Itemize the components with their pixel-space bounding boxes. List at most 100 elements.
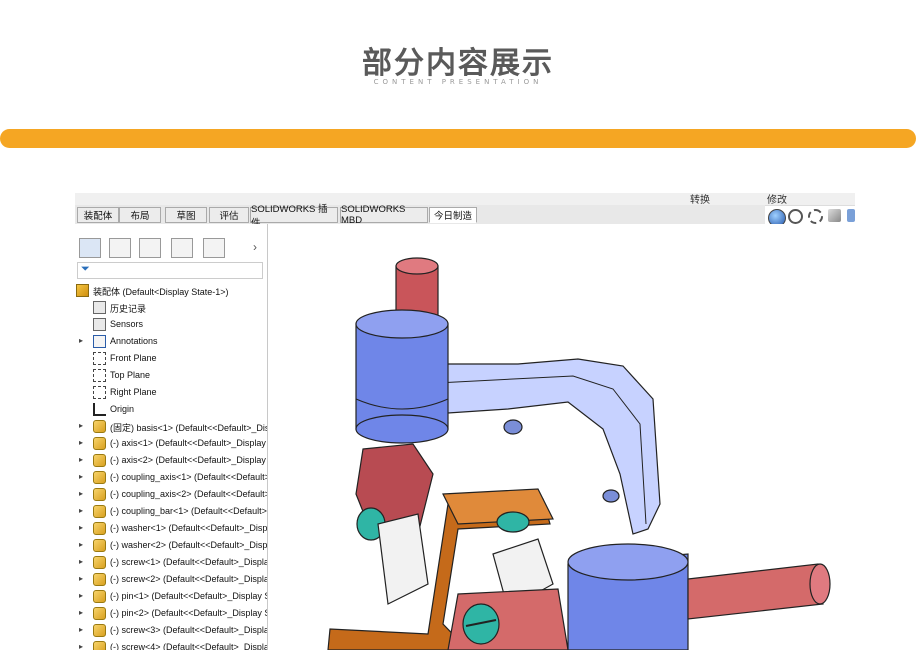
part-icon (93, 454, 106, 467)
tree-item-label: 历史记录 (110, 304, 147, 314)
tree-item[interactable]: ▸ (-) screw<3> (Default<<Default>_Displa (75, 622, 267, 639)
shaft-right-end (809, 563, 831, 605)
feature-manager-icon[interactable] (79, 238, 101, 258)
tab-evaluate[interactable]: 评估 (209, 207, 249, 223)
expand-arrow-icon[interactable]: ▸ (79, 455, 83, 464)
tree-item[interactable]: ▸ (-) screw<2> (Default<<Default>_Displa (75, 571, 267, 588)
tree-item[interactable]: ▸ (-) axis<2> (Default<<Default>_Display (75, 452, 267, 469)
origin-icon (93, 403, 106, 416)
part-icon (93, 420, 106, 433)
tree-item-label: (-) axis<2> (Default<<Default>_Display (110, 455, 266, 465)
expand-arrow-icon[interactable]: ▸ (79, 625, 83, 634)
part-icon (93, 488, 106, 501)
part-icon (93, 437, 106, 450)
tree-root[interactable]: 装配体 (Default<Display State-1>) (75, 282, 267, 299)
top-boss (355, 323, 449, 430)
plane-icon (93, 386, 106, 399)
zoom-area-icon[interactable] (808, 209, 823, 224)
annotation-icon (93, 335, 106, 348)
dimxpert-icon[interactable] (171, 238, 193, 258)
tree-item-label: (-) washer<1> (Default<<Default>_Disp (110, 523, 267, 533)
expand-arrow-icon[interactable]: ▸ (79, 438, 83, 447)
plane-icon (93, 369, 106, 382)
tree-item-label: Right Plane (110, 387, 157, 397)
tree-item[interactable]: 历史记录 (75, 299, 267, 316)
history-icon (93, 301, 106, 314)
tab-today-manufacturing[interactable]: 今日制造 (429, 207, 477, 223)
tree-item[interactable]: ▸ (-) screw<4> (Default<<Default>_Displa (75, 639, 267, 650)
tree-item-label: (-) screw<2> (Default<<Default>_Displa (110, 574, 267, 584)
solidworks-screenshot: 转换 修改 装配体 布局 草图 评估 SOLIDWORKS 插件 SOLIDWO… (75, 193, 855, 650)
expand-arrow-icon[interactable]: ▸ (79, 642, 83, 650)
tree-item[interactable]: ▸ (固定) basis<1> (Default<<Default>_Dis (75, 418, 267, 435)
link-white-left (377, 513, 429, 605)
chevron-right-icon[interactable]: › (253, 240, 257, 254)
panel-tabs: › (77, 238, 265, 260)
zoom-icon[interactable] (788, 209, 803, 224)
tree-item-label: (-) screw<3> (Default<<Default>_Displa (110, 625, 267, 635)
display-style-icon[interactable] (847, 209, 855, 222)
tree-item[interactable]: ▸ (-) coupling_axis<1> (Default<<Default> (75, 469, 267, 486)
modify-command[interactable]: 修改 (767, 193, 787, 206)
expand-arrow-icon[interactable]: ▸ (79, 523, 83, 532)
tree-item-label: (-) axis<1> (Default<<Default>_Display (110, 438, 266, 448)
expand-arrow-icon[interactable]: ▸ (79, 591, 83, 600)
tree-item[interactable]: Sensors (75, 316, 267, 333)
expand-arrow-icon[interactable]: ▸ (79, 421, 83, 430)
feature-manager-panel: › ⏷ 装配体 (Default<Display State-1>) 历史记录 S… (75, 224, 268, 650)
graphics-viewport[interactable] (268, 224, 855, 650)
part-icon (93, 641, 106, 650)
tree-item[interactable]: ▸ (-) washer<1> (Default<<Default>_Disp (75, 520, 267, 537)
section-view-icon[interactable] (828, 209, 841, 222)
page-title: 部分内容展示 (362, 46, 554, 81)
tab-solidworks-mbd[interactable]: SOLIDWORKS MBD (340, 204, 428, 226)
tab-solidworks-addins[interactable]: SOLIDWORKS 插件 (250, 204, 338, 229)
top-boss-bottom (355, 414, 449, 444)
expand-arrow-icon[interactable]: ▸ (79, 608, 83, 617)
tree-item[interactable]: Top Plane (75, 367, 267, 384)
tab-sketch[interactable]: 草图 (165, 207, 207, 223)
expand-arrow-icon[interactable]: ▸ (79, 540, 83, 549)
bottom-boss-face (567, 543, 689, 581)
tree-item[interactable]: ▸ (-) pin<1> (Default<<Default>_Display S (75, 588, 267, 605)
part-icon (93, 556, 106, 569)
sensor-icon (93, 318, 106, 331)
tree-item-label: Origin (110, 404, 135, 414)
part-icon (93, 539, 106, 552)
part-icon (93, 522, 106, 535)
tree-item-label: (-) pin<2> (Default<<Default>_Display S (110, 608, 267, 618)
tree-item[interactable]: ▸ (-) washer<2> (Default<<Default>_Disp (75, 537, 267, 554)
part-icon (93, 573, 106, 586)
expand-arrow-icon[interactable]: ▸ (79, 506, 83, 515)
property-manager-icon[interactable] (109, 238, 131, 258)
tree-item[interactable]: Origin (75, 401, 267, 418)
tree-item[interactable]: ▸ (-) coupling_bar<1> (Default<<Default> (75, 503, 267, 520)
tree-filter[interactable]: ⏷ (77, 262, 263, 279)
plane-icon (93, 352, 106, 365)
tree-item[interactable]: ▸ (-) screw<1> (Default<<Default>_Displa (75, 554, 267, 571)
bracket-hole-1 (503, 419, 523, 435)
tree-item[interactable]: ▸ Annotations (75, 333, 267, 350)
expand-arrow-icon[interactable]: ▸ (79, 489, 83, 498)
tab-assembly[interactable]: 装配体 (77, 207, 119, 223)
part-icon (93, 590, 106, 603)
screw-right-head (496, 511, 530, 533)
tree-item-label: (-) washer<2> (Default<<Default>_Disp (110, 540, 267, 550)
tree-item[interactable]: ▸ (-) pin<2> (Default<<Default>_Display S (75, 605, 267, 622)
tab-layout[interactable]: 布局 (119, 207, 161, 223)
expand-arrow-icon[interactable]: ▸ (79, 336, 83, 345)
expand-arrow-icon[interactable]: ▸ (79, 472, 83, 481)
tree-item[interactable]: Right Plane (75, 384, 267, 401)
tree-item-label: (-) pin<1> (Default<<Default>_Display S (110, 591, 267, 601)
tree-item[interactable]: Front Plane (75, 350, 267, 367)
command-manager-tabs: 装配体 布局 草图 评估 SOLIDWORKS 插件 SOLIDWORKS MB… (75, 204, 765, 229)
display-manager-icon[interactable] (203, 238, 225, 258)
tree-item-label: (-) coupling_bar<1> (Default<<Default> (110, 506, 267, 516)
accent-divider-bar (0, 129, 916, 148)
tree-item[interactable]: ▸ (-) axis<1> (Default<<Default>_Display (75, 435, 267, 452)
expand-arrow-icon[interactable]: ▸ (79, 557, 83, 566)
configuration-manager-icon[interactable] (139, 238, 161, 258)
expand-arrow-icon[interactable]: ▸ (79, 574, 83, 583)
part-icon (93, 624, 106, 637)
tree-item[interactable]: ▸ (-) coupling_axis<2> (Default<<Default> (75, 486, 267, 503)
